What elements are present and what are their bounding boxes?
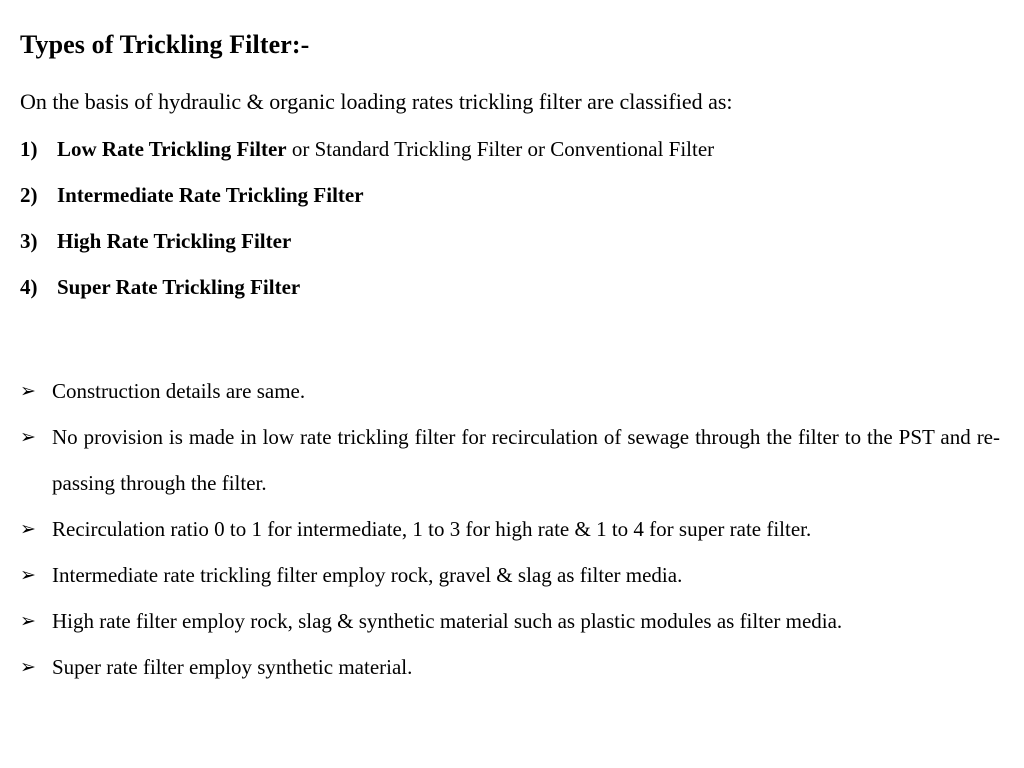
arrowhead-bullet-icon: ➢ [20, 656, 36, 678]
slide-canvas: Types of Trickling Filter:- On the basis… [0, 0, 1024, 768]
bullet-item: ➢ Construction details are same. [20, 368, 1000, 414]
arrowhead-bullet-icon: ➢ [20, 380, 36, 402]
bullet-item-text: High rate filter employ rock, slag & syn… [52, 609, 843, 633]
bullet-item-text: Construction details are same. [52, 379, 306, 403]
list-item-bold-text: High Rate Trickling Filter [57, 229, 292, 253]
list-item-bold-text: Low Rate Trickling Filter [57, 137, 287, 161]
bullet-item: ➢ Recirculation ratio 0 to 1 for interme… [20, 506, 1000, 552]
list-item-marker: 3) [20, 229, 38, 253]
list-item: 2) Intermediate Rate Trickling Filter [20, 182, 1000, 208]
list-item-text: Low Rate Trickling Filter or Standard Tr… [57, 136, 1000, 162]
list-item: 1) Low Rate Trickling Filter or Standard… [20, 136, 1000, 162]
list-item-bold-text: Super Rate Trickling Filter [57, 275, 301, 299]
list-item-marker: 2) [20, 183, 38, 207]
bullet-item-text: No provision is made in low rate trickli… [52, 425, 1000, 495]
list-item-text: Super Rate Trickling Filter [57, 274, 1000, 300]
list-item: 4) Super Rate Trickling Filter [20, 274, 1000, 300]
details-bullet-list: ➢ Construction details are same. ➢ No pr… [20, 368, 1000, 690]
arrowhead-bullet-icon: ➢ [20, 426, 36, 448]
bullet-item-text: Recirculation ratio 0 to 1 for intermedi… [52, 517, 812, 541]
bullet-item-text: Super rate filter employ synthetic mater… [52, 655, 413, 679]
page-title: Types of Trickling Filter:- [20, 30, 310, 59]
bullet-item: ➢ Intermediate rate trickling filter emp… [20, 552, 1000, 598]
arrowhead-bullet-icon: ➢ [20, 518, 36, 540]
list-item-text: High Rate Trickling Filter [57, 228, 1000, 254]
list-item-text: Intermediate Rate Trickling Filter [57, 182, 1000, 208]
list-item: 3) High Rate Trickling Filter [20, 228, 1000, 254]
bullet-item-text: Intermediate rate trickling filter emplo… [52, 563, 683, 587]
arrowhead-bullet-icon: ➢ [20, 564, 36, 586]
list-item-marker: 4) [20, 275, 38, 299]
bullet-item: ➢ Super rate filter employ synthetic mat… [20, 644, 1000, 690]
arrowhead-bullet-icon: ➢ [20, 610, 36, 632]
bullet-item: ➢ High rate filter employ rock, slag & s… [20, 598, 1000, 644]
list-item-bold-text: Intermediate Rate Trickling Filter [57, 183, 364, 207]
list-item-marker: 1) [20, 137, 38, 161]
filter-types-numbered-list: 1) Low Rate Trickling Filter or Standard… [20, 136, 1000, 320]
bullet-item: ➢ No provision is made in low rate trick… [20, 414, 1000, 506]
intro-paragraph: On the basis of hydraulic & organic load… [20, 89, 733, 114]
list-item-regular-text: or Standard Trickling Filter or Conventi… [286, 137, 715, 161]
